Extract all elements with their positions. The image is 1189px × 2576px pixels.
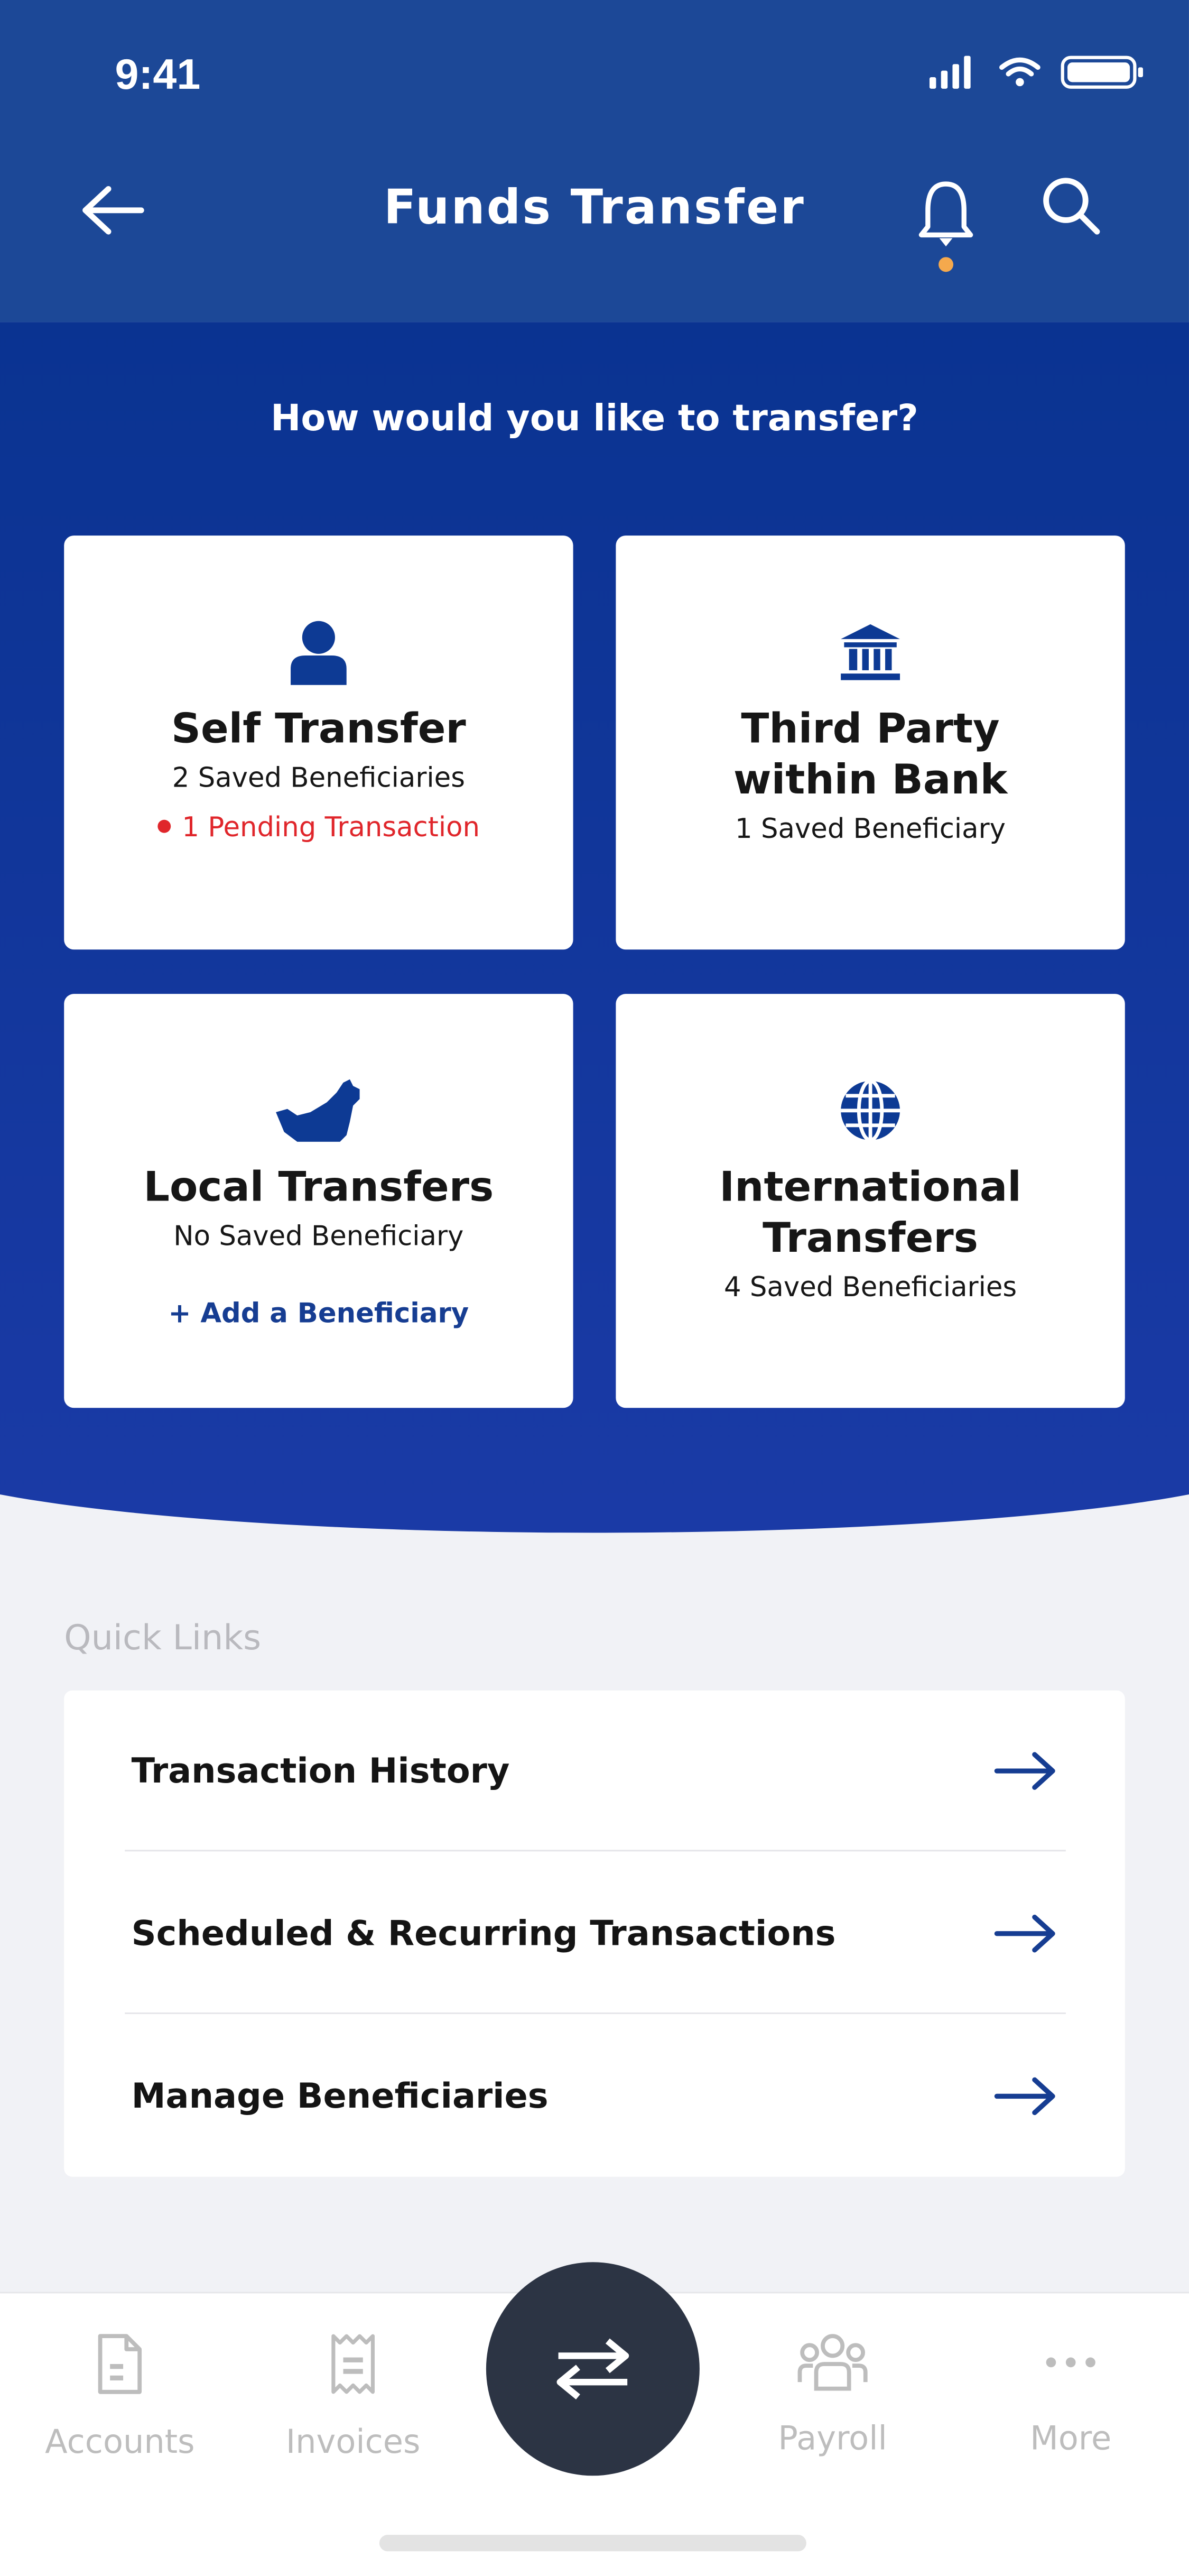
screen: 9:41 Funds Transfer How would you like t… [0,0,1189,2576]
tab-payroll[interactable]: Payroll [718,2333,948,2458]
card-subtitle: 1 Saved Beneficiary [735,813,1006,845]
card-title-line2: Transfers [763,1214,978,1262]
arrow-right-icon [994,1752,1055,1790]
wifi-icon [999,57,1041,87]
quick-links-list: Transaction History Scheduled & Recurrin… [64,1690,1125,2177]
divider [125,2012,1066,2015]
quick-links-heading: Quick Links [64,1618,262,1658]
person-icon [289,617,348,687]
tab-invoices[interactable]: Invoices [238,2333,468,2461]
quick-link-manage-beneficiaries[interactable]: Manage Beneficiaries [64,2016,1125,2177]
group-icon [797,2334,868,2391]
globe-icon [838,1076,903,1146]
home-indicator[interactable] [379,2535,806,2552]
add-beneficiary-link[interactable]: + Add a Beneficiary [169,1298,469,1329]
arrow-right-icon [994,2077,1055,2116]
card-title: Local Transfers [143,1163,494,1211]
tab-transfer-button[interactable] [486,2262,700,2476]
tab-label: Invoices [285,2421,421,2461]
pending-transaction-alert[interactable]: 1 Pending Transaction [157,804,480,853]
quick-link-transaction-history[interactable]: Transaction History [64,1691,1125,1852]
transfer-question: How would you like to transfer? [271,399,918,440]
card-subtitle: No Saved Beneficiary [173,1221,464,1252]
tab-accounts[interactable]: Accounts [5,2333,235,2461]
bank-icon [838,617,903,687]
transfer-icon [556,2338,629,2399]
card-title-line1: Third Party [741,705,1000,753]
bell-icon[interactable] [915,178,977,276]
arrow-right-icon [994,1915,1055,1953]
card-title-line2: within Bank [733,755,1008,804]
card-local-transfers[interactable]: Local Transfers No Saved Beneficiary + A… [64,994,573,1408]
card-third-party[interactable]: Third Party within Bank 1 Saved Benefici… [616,535,1125,950]
quick-link-label: Transaction History [131,1751,510,1791]
quick-link-scheduled-recurring[interactable]: Scheduled & Recurring Transactions [64,1853,1125,2014]
tab-label: Payroll [778,2418,887,2458]
tab-label: More [1030,2418,1112,2458]
tab-more[interactable]: More [956,2333,1186,2458]
battery-icon [1061,56,1143,89]
card-title: Self Transfer [171,705,466,753]
card-self-transfer[interactable]: Self Transfer 2 Saved Beneficiaries 1 Pe… [64,535,573,950]
status-icons [929,56,1143,89]
divider [125,1850,1066,1852]
receipt-icon [331,2334,375,2394]
header-bar [0,0,1189,322]
quick-link-label: Manage Beneficiaries [131,2076,549,2116]
card-title-line1: International [719,1163,1021,1211]
card-international-transfers[interactable]: International Transfers 4 Saved Benefici… [616,994,1125,1408]
tab-label: Accounts [45,2421,195,2461]
more-icon [1046,2357,1095,2368]
search-icon[interactable] [1039,174,1105,239]
card-subtitle: 2 Saved Beneficiaries [172,762,465,794]
signal-icon [929,56,971,89]
notification-dot [939,257,954,272]
status-time: 9:41 [115,49,201,99]
page-title: Funds Transfer [384,179,805,235]
document-icon [98,2334,142,2394]
card-subtitle: 4 Saved Beneficiaries [723,1271,1017,1303]
uae-map-icon [274,1076,363,1146]
quick-link-label: Scheduled & Recurring Transactions [131,1914,836,1954]
